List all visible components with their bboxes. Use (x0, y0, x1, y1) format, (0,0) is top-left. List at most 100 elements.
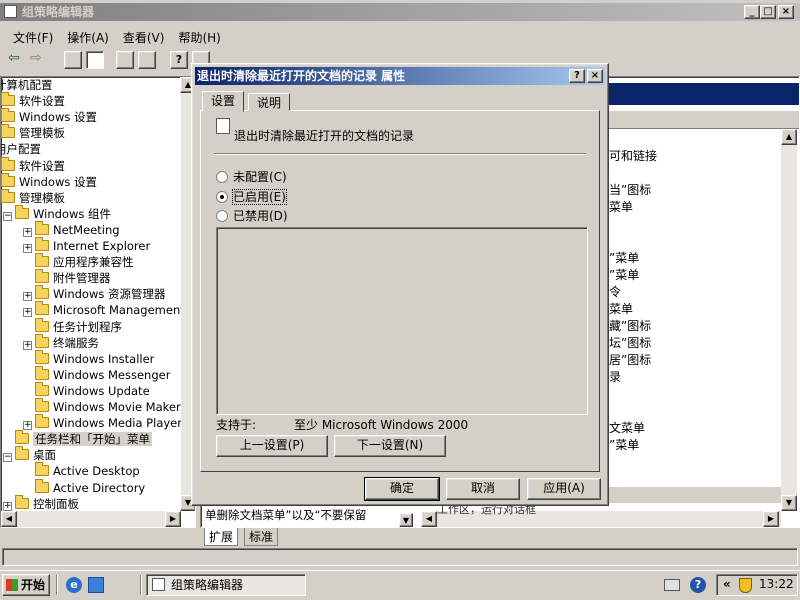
start-button[interactable]: 开始 (2, 574, 50, 596)
tree-item[interactable]: + 终端服务 (23, 333, 99, 351)
tree-pane[interactable]: 计算机配置软件设置Windows 设置管理模板用户配置软件设置Windows 设… (0, 76, 196, 528)
tree-item[interactable]: Windows Movie Maker (23, 398, 181, 415)
next-setting-button[interactable]: 下一设置(N) (334, 435, 446, 457)
description-scroll-down[interactable]: ▼ (399, 513, 413, 527)
properties-icon[interactable] (116, 51, 134, 69)
menu-item-0[interactable]: 文件(F) (6, 27, 60, 48)
close-button[interactable]: × (778, 5, 794, 19)
tree-item[interactable]: 附件管理器 (23, 269, 111, 286)
main-window-titlebar[interactable]: 组策略编辑器 _ □ × (0, 3, 800, 21)
menu-item-3[interactable]: 帮助(H) (171, 27, 227, 48)
tree-item[interactable]: − Windows 组件 (3, 204, 111, 222)
tree-item[interactable]: 计算机配置 (1, 77, 53, 93)
results-scroll-right[interactable]: ▶ (763, 511, 779, 527)
policy-list-item[interactable]: 文菜单 (609, 419, 645, 436)
tab-standard[interactable]: 标准 (244, 528, 279, 546)
tree-item[interactable]: + NetMeeting (23, 220, 120, 238)
tree-scroll-right[interactable]: ▶ (165, 511, 181, 527)
tree-item[interactable]: 软件设置 (1, 92, 65, 109)
previous-setting-button[interactable]: 上一设置(P) (216, 435, 328, 457)
security-shield-icon[interactable] (739, 578, 752, 593)
tree-item[interactable]: Windows Installer (23, 349, 154, 367)
tree-item[interactable]: Windows 设置 (1, 172, 97, 190)
show-tree-icon[interactable] (86, 51, 104, 69)
policy-list-item[interactable]: 居”图标 (609, 351, 651, 368)
dialog-help-button[interactable]: ? (569, 69, 585, 83)
help-icon[interactable]: ? (170, 51, 188, 69)
tree-item[interactable]: + Windows 资源管理器 (23, 285, 166, 302)
tab-extended[interactable]: 扩展 (204, 528, 239, 546)
policy-list-item[interactable]: ”菜单 (609, 249, 639, 266)
radio-button[interactable] (216, 171, 228, 183)
tree-item[interactable]: Windows Update (23, 381, 150, 399)
export-list-icon[interactable] (138, 51, 156, 69)
tree-item[interactable]: + Windows Media Player (23, 414, 182, 431)
results-scroll-down[interactable]: ▼ (781, 495, 797, 511)
menu-item-1[interactable]: 操作(A) (60, 27, 116, 48)
dialog-close-button[interactable]: × (587, 69, 603, 83)
results-vertical-scrollbar[interactable] (781, 129, 797, 509)
minimize-button[interactable]: _ (744, 5, 760, 19)
results-scroll-up[interactable]: ▲ (781, 129, 797, 145)
expand-icon[interactable]: + (23, 292, 32, 302)
tray-expand-chevron[interactable]: « (723, 577, 731, 591)
network-icon[interactable] (664, 579, 680, 591)
policy-list-item[interactable]: 令 (609, 283, 621, 300)
radio-button[interactable] (216, 210, 228, 222)
tree-item[interactable]: − 桌面 (3, 446, 56, 463)
radio-button[interactable] (216, 190, 228, 203)
forward-arrow-icon[interactable]: ⇨ (30, 50, 42, 66)
taskbar-gpedit-button[interactable]: 组策略编辑器 (146, 574, 306, 596)
tree-item[interactable]: + Microsoft Management (23, 301, 185, 318)
tree-item[interactable]: 管理模板 (1, 188, 65, 206)
tree-item[interactable]: 任务栏和「开始」菜单 (3, 430, 152, 447)
tree-horizontal-scrollbar[interactable] (1, 511, 181, 527)
expand-icon[interactable]: + (23, 244, 32, 253)
tree-item[interactable]: 任务计划程序 (23, 317, 122, 335)
tree-scroll-left[interactable]: ◀ (1, 511, 17, 527)
tree-item[interactable]: 软件设置 (1, 156, 65, 174)
tab-settings[interactable]: 设置 (202, 91, 245, 112)
tree-item[interactable]: Windows Messenger (23, 365, 170, 383)
policy-list-item[interactable]: 菜单 (609, 300, 633, 317)
internet-explorer-icon[interactable]: e (66, 577, 82, 593)
option-row-2[interactable]: 已禁用(D) (216, 207, 288, 224)
policy-list-item[interactable]: 菜单 (609, 198, 633, 215)
policy-list-item[interactable]: 藏”图标 (609, 317, 651, 334)
up-level-icon[interactable] (64, 51, 82, 69)
tree-item[interactable]: Active Desktop (23, 462, 140, 479)
tree-item[interactable]: + 控制面板 (3, 494, 79, 512)
policy-list-item[interactable]: ”菜单 (609, 436, 639, 453)
tree-item[interactable]: + Internet Explorer (23, 237, 150, 254)
policy-list-item[interactable]: 当”图标 (609, 181, 651, 198)
cancel-button[interactable]: 取消 (446, 478, 520, 500)
menu-item-2[interactable]: 查看(V) (116, 27, 172, 48)
tree-item[interactable]: 管理模板 (1, 124, 65, 141)
option-row-1[interactable]: 已启用(E) (216, 188, 287, 205)
tree-item[interactable]: 用户配置 (1, 141, 41, 157)
dialog-titlebar[interactable]: 退出时清除最近打开的文档的记录 属性 ? × (195, 67, 605, 85)
tab-explain[interactable]: 说明 (248, 93, 291, 111)
expand-icon[interactable]: + (3, 501, 12, 511)
back-arrow-icon[interactable]: ⇦ (8, 50, 20, 66)
option-row-0[interactable]: 未配置(C) (216, 168, 287, 185)
expand-icon[interactable]: + (23, 227, 32, 237)
tree-item[interactable]: 应用程序兼容性 (23, 253, 134, 270)
expand-icon[interactable]: + (23, 421, 32, 431)
ok-button[interactable]: 确定 (364, 477, 440, 501)
expand-icon[interactable]: + (23, 340, 32, 350)
results-scroll-left[interactable]: ◀ (421, 511, 437, 527)
policy-list-item[interactable]: 坛”图标 (609, 334, 651, 351)
policy-list-item[interactable]: 可和链接 (609, 147, 657, 164)
tree-item[interactable]: Active Directory (23, 478, 145, 496)
maximize-button[interactable]: □ (760, 5, 776, 19)
policy-list-item[interactable]: 录 (609, 368, 621, 385)
collapse-icon[interactable]: − (3, 453, 12, 463)
policy-list-item[interactable]: ”菜单 (609, 266, 639, 283)
tray-help-icon[interactable]: ? (690, 577, 706, 593)
apply-button[interactable]: 应用(A) (527, 478, 601, 500)
show-desktop-icon[interactable] (88, 577, 104, 593)
collapse-icon[interactable]: − (3, 211, 12, 221)
tree-item[interactable]: Windows 设置 (1, 108, 97, 125)
expand-icon[interactable]: + (23, 308, 32, 318)
